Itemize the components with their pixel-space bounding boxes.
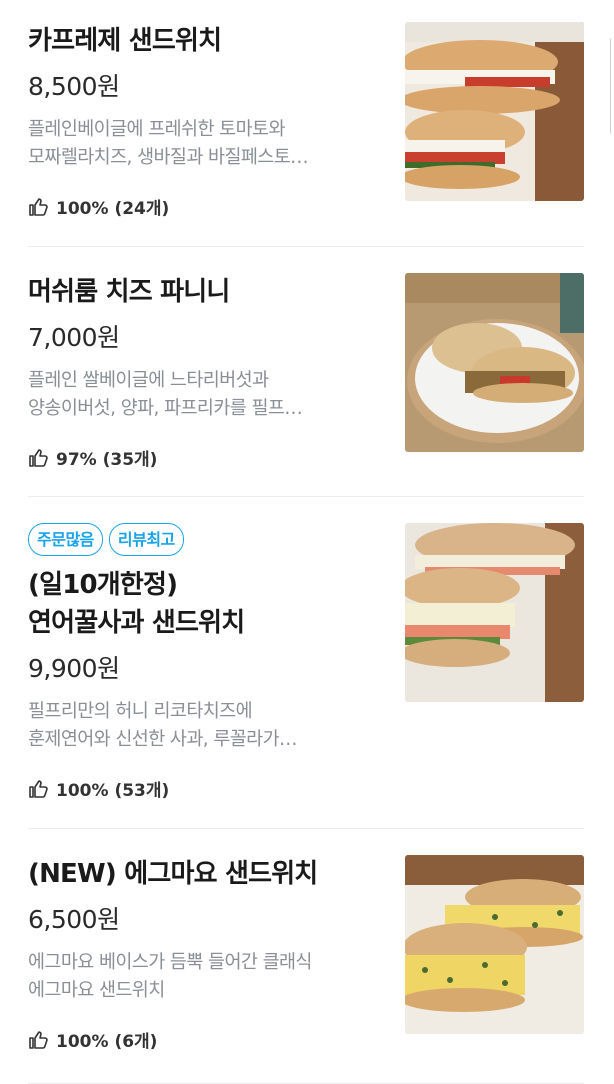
menu-item-price: 6,500원 xyxy=(28,905,120,934)
menu-item-description: 필프리만의 허니 리코타치즈에 훈제연어와 신선한 사과, 루꼴라가… xyxy=(28,701,298,750)
menu-item-name: 카프레제 샌드위치 xyxy=(28,26,222,56)
menu-item-text: 카프레제 샌드위치 8,500원 플레인베이글에 프레쉬한 토마토와 모짜렐라치… xyxy=(28,22,378,219)
menu-item-salmon-apple[interactable]: 주문많음 리뷰최고 (일10개한정) 연어꿀사과 샌드위치 9,900원 필프리… xyxy=(28,497,584,829)
thumbs-up-icon xyxy=(29,1030,48,1049)
menu-item-price: 8,500원 xyxy=(28,72,120,101)
menu-item-price: 9,900원 xyxy=(28,654,120,683)
egg-mayo-sandwich-photo xyxy=(405,855,584,1034)
thumbs-up-icon xyxy=(29,779,48,798)
rating-text: 100% (6개) xyxy=(56,1032,158,1052)
menu-item-name: (NEW) 에그마요 샌드위치 xyxy=(28,859,318,889)
menu-list: 카프레제 샌드위치 8,500원 플레인베이글에 프레쉬한 토마토와 모짜렐라치… xyxy=(28,0,584,1084)
thumbs-up-icon xyxy=(29,448,48,467)
badge-group: 주문많음 리뷰최고 xyxy=(28,523,378,556)
menu-item-text: 주문많음 리뷰최고 (일10개한정) 연어꿀사과 샌드위치 9,900원 필프리… xyxy=(28,523,378,801)
rating-text: 97% (35개) xyxy=(56,450,158,470)
rating-text: 100% (24개) xyxy=(56,199,170,219)
menu-item-rating: 100% (24개) xyxy=(28,194,378,219)
menu-item-caprese[interactable]: 카프레제 샌드위치 8,500원 플레인베이글에 프레쉬한 토마토와 모짜렐라치… xyxy=(28,0,584,247)
menu-item-description: 플레인베이글에 프레쉬한 토마토와 모짜렐라치즈, 생바질과 바질페스토… xyxy=(28,119,309,168)
menu-item-price: 7,000원 xyxy=(28,323,120,352)
menu-item-description: 플레인 쌀베이글에 느타리버섯과 양송이버섯, 양파, 파프리카를 필프… xyxy=(28,370,303,419)
menu-item-mushroom-panini[interactable]: 머쉬룸 치즈 파니니 7,000원 플레인 쌀베이글에 느타리버섯과 양송이버섯… xyxy=(28,247,584,497)
mushroom-panini-photo xyxy=(405,273,584,452)
badge-best-review: 리뷰최고 xyxy=(108,523,184,556)
rating-text: 100% (53개) xyxy=(56,781,170,801)
menu-item-rating: 100% (53개) xyxy=(28,776,378,801)
badge-popular-order: 주문많음 xyxy=(28,523,103,556)
menu-item-name: 머쉬룸 치즈 파니니 xyxy=(28,277,230,307)
salmon-apple-sandwich-photo xyxy=(405,523,584,702)
menu-item-rating: 97% (35개) xyxy=(28,445,378,470)
menu-item-name: (일10개한정) 연어꿀사과 샌드위치 xyxy=(28,570,245,638)
scrollbar[interactable] xyxy=(610,38,614,134)
menu-item-description: 에그마요 베이스가 듬뿍 들어간 클래식 에그마요 샌드위치 xyxy=(28,952,312,1001)
menu-item-egg-mayo[interactable]: (NEW) 에그마요 샌드위치 6,500원 에그마요 베이스가 듬뿍 들어간 … xyxy=(28,829,584,1084)
menu-item-text: (NEW) 에그마요 샌드위치 6,500원 에그마요 베이스가 듬뿍 들어간 … xyxy=(28,855,378,1052)
thumbs-up-icon xyxy=(29,197,48,216)
menu-item-text: 머쉬룸 치즈 파니니 7,000원 플레인 쌀베이글에 느타리버섯과 양송이버섯… xyxy=(28,273,378,470)
menu-item-rating: 100% (6개) xyxy=(28,1027,378,1052)
caprese-sandwich-photo xyxy=(405,22,584,201)
